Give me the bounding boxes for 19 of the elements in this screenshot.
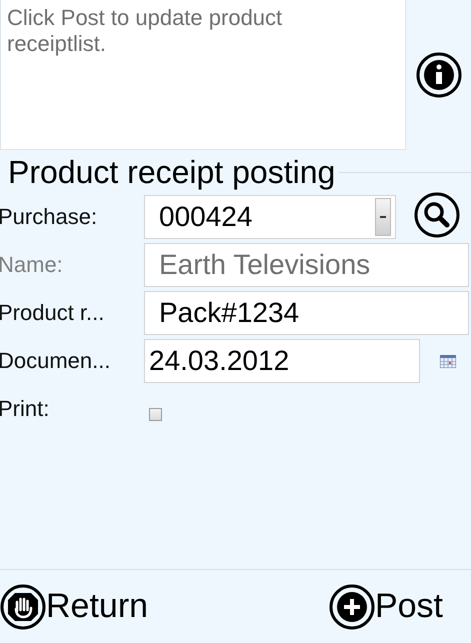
- return-button[interactable]: Return: [0, 584, 148, 630]
- input-field[interactable]: Pack#1234: [144, 291, 469, 335]
- print-checkbox[interactable]: [149, 408, 162, 420]
- date-field[interactable]: 24.03.2012: [144, 339, 420, 383]
- page-title: Product receipt posting: [7, 154, 336, 191]
- search-icon: [414, 192, 460, 238]
- message-text: Click Post to update product receiptlist.: [0, 0, 406, 150]
- field-label: Print:: [0, 396, 50, 422]
- caret-icon: [380, 216, 386, 218]
- field-label: Product r...: [0, 300, 106, 326]
- field-label: Documen...: [0, 348, 112, 374]
- field-label: Name:: [0, 252, 64, 278]
- info-icon: [416, 52, 462, 98]
- calendar-icon[interactable]: [440, 354, 456, 368]
- post-button[interactable]: Post: [328, 584, 443, 630]
- hand-icon: [0, 584, 46, 630]
- field-label: Purchase:: [0, 204, 98, 230]
- plus-icon: [328, 584, 375, 630]
- purchase-dropdown[interactable]: 000424: [144, 195, 396, 239]
